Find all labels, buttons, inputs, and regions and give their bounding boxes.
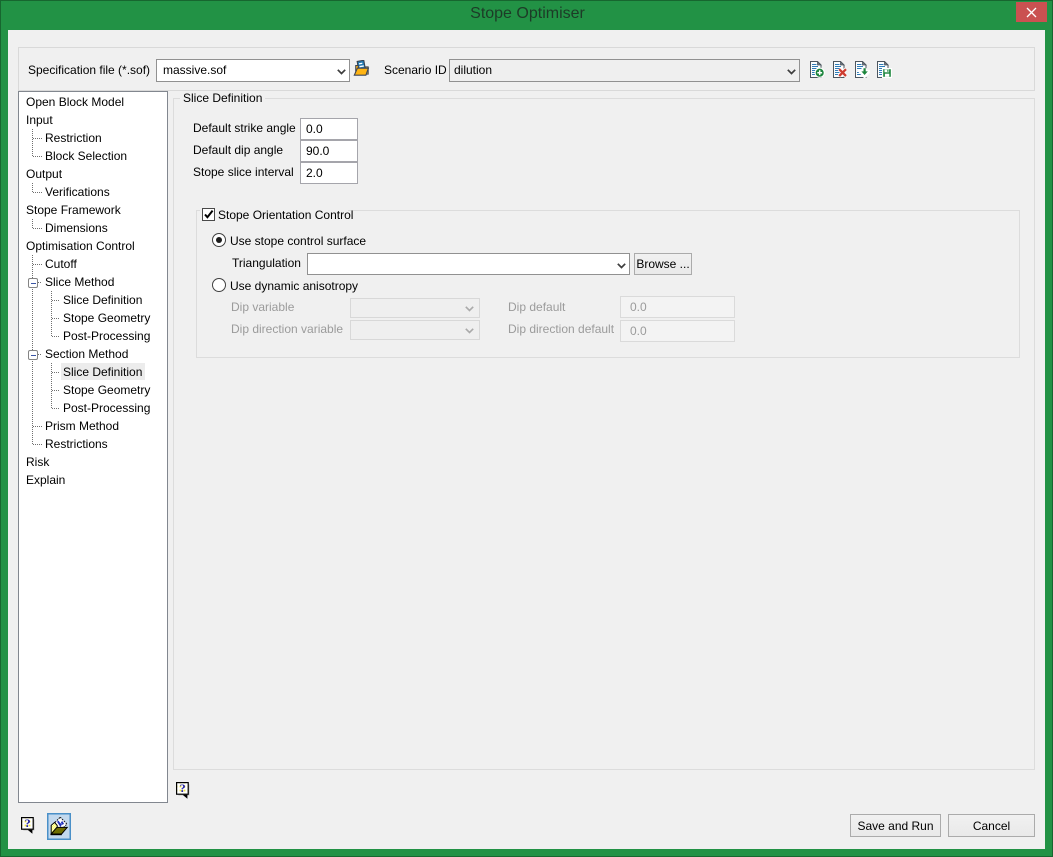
svg-text:?: ?	[180, 781, 186, 795]
svg-text:?: ?	[25, 816, 31, 830]
